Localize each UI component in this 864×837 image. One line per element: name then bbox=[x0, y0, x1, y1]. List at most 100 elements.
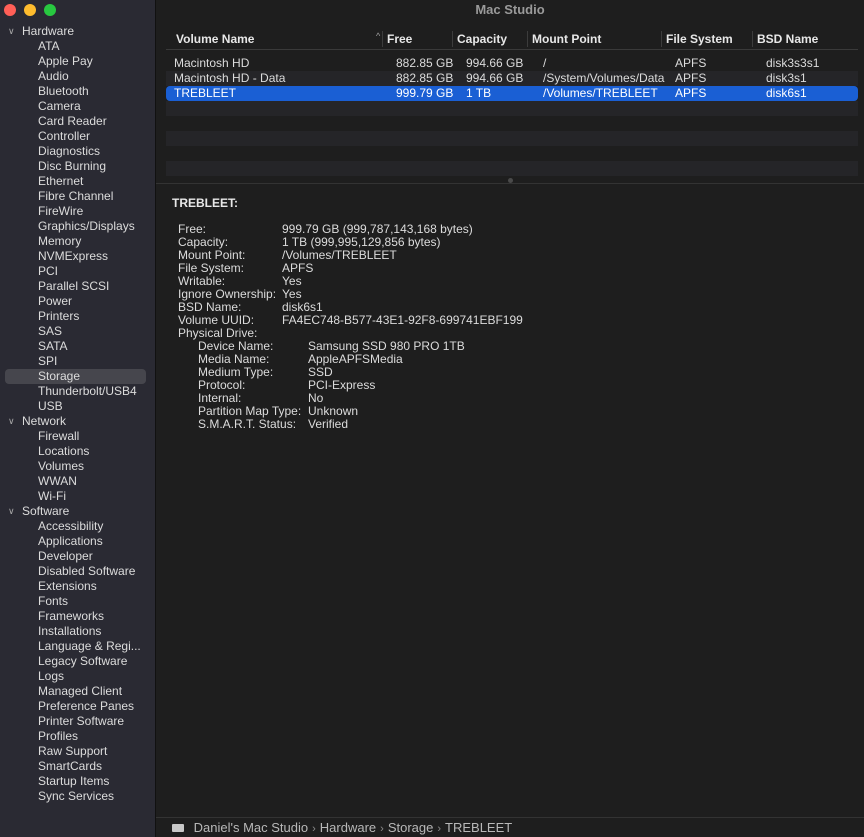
table-cell-capacity: 994.66 GB bbox=[466, 71, 524, 85]
sidebar-item-power[interactable]: Power bbox=[0, 294, 156, 309]
sidebar-item-logs[interactable]: Logs bbox=[0, 669, 156, 684]
sidebar-item-sas[interactable]: SAS bbox=[0, 324, 156, 339]
sidebar-item-language-regi[interactable]: Language & Regi... bbox=[0, 639, 156, 654]
sidebar-item-startup-items[interactable]: Startup Items bbox=[0, 774, 156, 789]
sidebar-item-sync-services[interactable]: Sync Services bbox=[0, 789, 156, 804]
sidebar-item-developer[interactable]: Developer bbox=[0, 549, 156, 564]
sidebar-item-bluetooth[interactable]: Bluetooth bbox=[0, 84, 156, 99]
sidebar-item-thunderbolt-usb4[interactable]: Thunderbolt/USB4 bbox=[0, 384, 156, 399]
table-cell-file-system: APFS bbox=[675, 56, 707, 70]
sidebar-item-sata[interactable]: SATA bbox=[0, 339, 156, 354]
table-cell-free: 882.85 GB bbox=[396, 56, 454, 70]
sidebar-item-parallel-scsi[interactable]: Parallel SCSI bbox=[0, 279, 156, 294]
close-button[interactable] bbox=[4, 4, 16, 16]
table-row[interactable]: Macintosh HD - Data 882.85 GB 994.66 GB/Sy… bbox=[166, 71, 858, 86]
table-row[interactable]: Macintosh HD 882.85 GB 994.66 GB / APFS disk3… bbox=[166, 56, 858, 71]
table-cell-capacity: 994.66 GB bbox=[466, 56, 524, 70]
table-cell-bsd-name: disk3s3s1 bbox=[766, 56, 820, 70]
table-row-empty bbox=[166, 116, 858, 131]
sidebar-item-diagnostics[interactable]: Diagnostics bbox=[0, 144, 156, 159]
sidebar-section-label: Hardware bbox=[22, 24, 75, 38]
detail-title: TREBLEET: bbox=[172, 196, 238, 210]
sidebar-item-ethernet[interactable]: Ethernet bbox=[0, 174, 156, 189]
sidebar-item-installations[interactable]: Installations bbox=[0, 624, 156, 639]
path-segment-trebleet[interactable]: TREBLEET bbox=[445, 820, 512, 835]
sidebar-item-memory[interactable]: Memory bbox=[0, 234, 156, 249]
sidebar-section-network[interactable]: ∨ Network bbox=[0, 414, 156, 429]
chevron-down-icon[interactable]: ∨ bbox=[8, 414, 18, 429]
detail-field-volume-uuid: Volume UUID: FA4EC748-B577-43E1-92F8-6997… bbox=[172, 314, 852, 327]
sidebar-item-disc-burning[interactable]: Disc Burning bbox=[0, 159, 156, 174]
sidebar-item-smartcards[interactable]: SmartCards bbox=[0, 759, 156, 774]
table-row[interactable]: TREBLEET 999.79 GB 1 TB/Volumes/TREBLEET AP… bbox=[166, 86, 858, 101]
sidebar-item-printers[interactable]: Printers bbox=[0, 309, 156, 324]
sidebar-item-volumes[interactable]: Volumes bbox=[0, 459, 156, 474]
column-header-volume-name[interactable]: Volume Name bbox=[176, 31, 254, 47]
path-segment-daniel-s-mac-studio[interactable]: Daniel's Mac Studio bbox=[194, 820, 308, 835]
sidebar-item-legacy-software[interactable]: Legacy Software bbox=[0, 654, 156, 669]
sidebar-item-applications[interactable]: Applications bbox=[0, 534, 156, 549]
sidebar-item-camera[interactable]: Camera bbox=[0, 99, 156, 114]
table-cell-file-system: APFS bbox=[675, 71, 707, 85]
sidebar-item-printer-software[interactable]: Printer Software bbox=[0, 714, 156, 729]
sidebar-item-usb[interactable]: USB bbox=[0, 399, 156, 414]
sidebar-item-pci[interactable]: PCI bbox=[0, 264, 156, 279]
minimize-button[interactable] bbox=[24, 4, 36, 16]
sort-ascending-icon[interactable]: ^ bbox=[376, 31, 380, 41]
drive-field-medium-type: Medium Type: SSD bbox=[172, 366, 852, 379]
window-controls bbox=[4, 4, 56, 16]
column-header-free[interactable]: Free bbox=[382, 31, 412, 47]
table-cell-mount-point: /System/Volumes/Data bbox=[543, 71, 665, 85]
sidebar-section-software[interactable]: ∨ Software bbox=[0, 504, 156, 519]
chevron-right-icon: › bbox=[312, 823, 316, 835]
zoom-button[interactable] bbox=[44, 4, 56, 16]
detail-field-file-system: File System: APFS bbox=[172, 262, 852, 275]
sidebar-item-storage[interactable]: Storage bbox=[5, 369, 146, 384]
sidebar-item-wi-fi[interactable]: Wi-Fi bbox=[0, 489, 156, 504]
drive-field-s-m-a-r-t-status: S.M.A.R.T. Status: Verified bbox=[172, 418, 852, 431]
column-header-file-system[interactable]: File System bbox=[661, 31, 733, 47]
detail-field-physical-drive: Physical Drive: bbox=[172, 327, 852, 340]
column-header-bsd-name[interactable]: BSD Name bbox=[752, 31, 818, 47]
table-cell-mount-point: / bbox=[543, 56, 547, 70]
sidebar-item-frameworks[interactable]: Frameworks bbox=[0, 609, 156, 624]
sidebar-item-raw-support[interactable]: Raw Support bbox=[0, 744, 156, 759]
table-cell-bsd-name: disk6s1 bbox=[766, 86, 807, 100]
sidebar-item-card-reader[interactable]: Card Reader bbox=[0, 114, 156, 129]
drive-key: S.M.A.R.T. Status: bbox=[198, 417, 297, 431]
sidebar-item-controller[interactable]: Controller bbox=[0, 129, 156, 144]
sidebar-item-firewall[interactable]: Firewall bbox=[0, 429, 156, 444]
sidebar-item-ata[interactable]: ATA bbox=[0, 39, 156, 54]
sidebar-section-hardware[interactable]: ∨ Hardware bbox=[0, 24, 156, 39]
sidebar-item-extensions[interactable]: Extensions bbox=[0, 579, 156, 594]
table-row-empty bbox=[166, 131, 858, 146]
column-header-mount-point[interactable]: Mount Point bbox=[527, 31, 601, 47]
detail-value: FA4EC748-B577-43E1-92F8-699741EBF199 bbox=[282, 313, 523, 327]
table-row-empty bbox=[166, 161, 858, 176]
main-pane: Mac Studio ^ Volume Name Free Capacity Moun… bbox=[156, 0, 864, 837]
sidebar-item-graphics-displays[interactable]: Graphics/Displays bbox=[0, 219, 156, 234]
column-header-capacity[interactable]: Capacity bbox=[452, 31, 507, 47]
sidebar-item-wwan[interactable]: WWAN bbox=[0, 474, 156, 489]
table-cell-volume-name: TREBLEET bbox=[174, 86, 237, 100]
sidebar-item-audio[interactable]: Audio bbox=[0, 69, 156, 84]
path-segment-storage[interactable]: Storage bbox=[388, 820, 434, 835]
table-cell-free: 882.85 GB bbox=[396, 71, 454, 85]
chevron-down-icon[interactable]: ∨ bbox=[8, 504, 18, 519]
sidebar-item-managed-client[interactable]: Managed Client bbox=[0, 684, 156, 699]
sidebar-item-disabled-software[interactable]: Disabled Software bbox=[0, 564, 156, 579]
sidebar-item-fibre-channel[interactable]: Fibre Channel bbox=[0, 189, 156, 204]
sidebar-item-accessibility[interactable]: Accessibility bbox=[0, 519, 156, 534]
sidebar-item-spi[interactable]: SPI bbox=[0, 354, 156, 369]
sidebar-item-firewire[interactable]: FireWire bbox=[0, 204, 156, 219]
sidebar-item-apple-pay[interactable]: Apple Pay bbox=[0, 54, 156, 69]
sidebar-item-preference-panes[interactable]: Preference Panes bbox=[0, 699, 156, 714]
sidebar-item-fonts[interactable]: Fonts bbox=[0, 594, 156, 609]
drive-field-protocol: Protocol: PCI-Express bbox=[172, 379, 852, 392]
drive-value: Verified bbox=[308, 417, 349, 431]
path-segment-hardware[interactable]: Hardware bbox=[320, 820, 376, 835]
sidebar-item-nvmexpress[interactable]: NVMExpress bbox=[0, 249, 156, 264]
sidebar-item-locations[interactable]: Locations bbox=[0, 444, 156, 459]
sidebar-item-profiles[interactable]: Profiles bbox=[0, 729, 156, 744]
chevron-down-icon[interactable]: ∨ bbox=[8, 24, 18, 39]
